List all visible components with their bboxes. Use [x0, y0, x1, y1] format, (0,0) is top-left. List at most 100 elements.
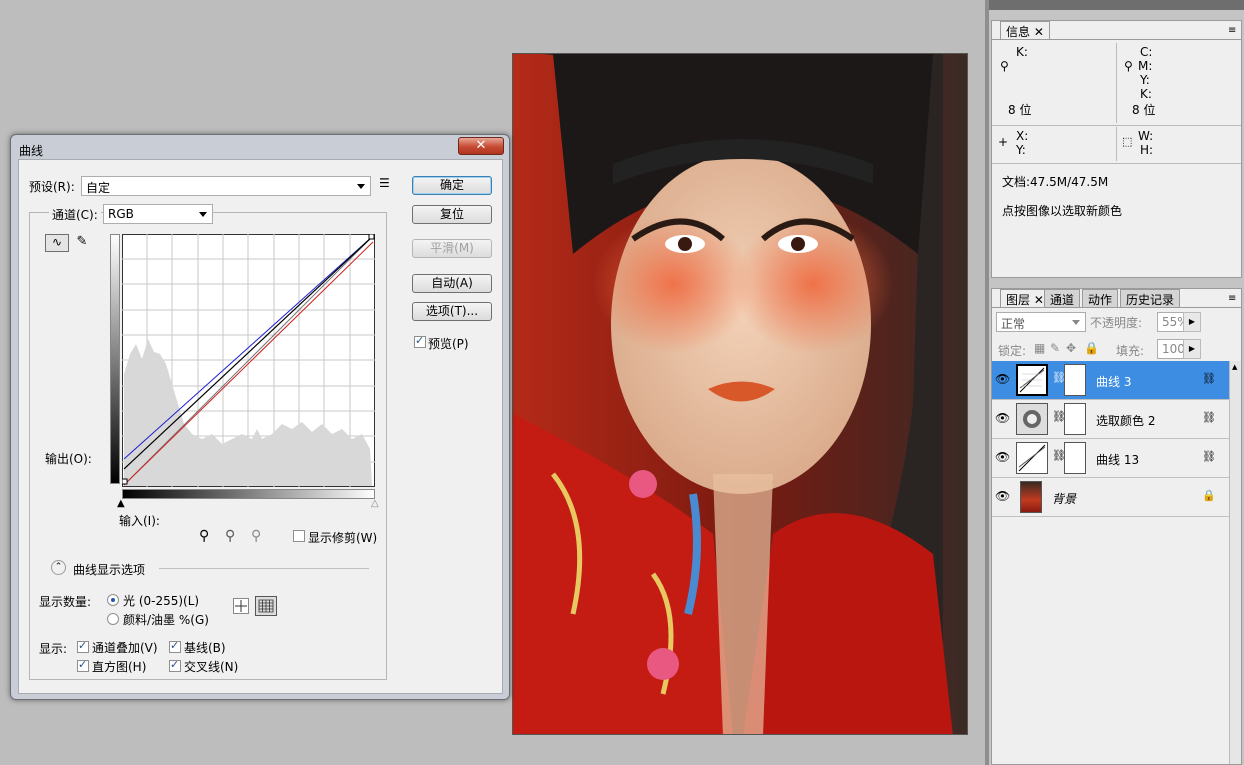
chevron-right-icon[interactable]: ▶: [1183, 339, 1201, 359]
preset-value: 自定: [86, 181, 111, 195]
brush-icon[interactable]: ✎: [1050, 341, 1060, 355]
grid-10x10-icon[interactable]: [255, 596, 277, 616]
channel-value: RGB: [108, 207, 134, 221]
layer-mask: [1064, 442, 1086, 474]
divider: [1116, 43, 1117, 123]
curves-graph[interactable]: [122, 234, 375, 487]
ok-button[interactable]: 确定: [412, 176, 492, 195]
w-label: W:: [1138, 129, 1154, 143]
collapse-icon[interactable]: ⌃: [51, 560, 66, 575]
y-label: Y:: [1140, 73, 1150, 87]
layers-scrollbar[interactable]: ▲: [1229, 361, 1241, 764]
portrait-image: [513, 54, 967, 734]
layer-mask: [1064, 403, 1086, 435]
dialog-body: 预设(R): 自定 ☰ 确定 复位 平滑(M) 自动(A) 选项(T)... 预…: [18, 159, 503, 694]
curve-point[interactable]: [368, 234, 375, 240]
divider: [992, 39, 1241, 40]
layer-mask: [1064, 364, 1086, 396]
preview-label: 预览(P): [428, 337, 469, 351]
preset-menu-icon[interactable]: ☰: [379, 176, 390, 190]
eye-icon[interactable]: 👁: [995, 411, 1010, 425]
info-tab-label: 信息: [1006, 25, 1031, 39]
pigment-radio[interactable]: [107, 613, 119, 625]
layer-list: 👁 ⛓ 曲线 3 ⛓ 👁 ⛓ 选取颜色 2 ⛓ 👁 ⛓ 曲线 13 ⛓ 👁 背景…: [992, 361, 1229, 521]
show-amount-label: 显示数量:: [39, 595, 92, 609]
divider: [992, 163, 1241, 164]
options-button[interactable]: 选项(T)...: [412, 302, 492, 321]
smooth-button[interactable]: 平滑(M): [412, 239, 492, 258]
white-eyedropper-icon[interactable]: ⚲: [251, 528, 261, 544]
layer-name: 曲线 3: [1096, 375, 1132, 389]
preview-checkbox[interactable]: [414, 334, 426, 348]
layers-panel: 图层 ✕ 通道 动作 历史记录 ≡ 正常 不透明度: 55% ▶ 锁定: ▦ ✎…: [991, 288, 1242, 765]
panel-menu-icon[interactable]: ≡: [1228, 25, 1236, 36]
show-clipping-label: 显示修剪(W): [308, 531, 378, 545]
intersection-checkbox[interactable]: [169, 658, 181, 672]
panel-dock-bar[interactable]: [989, 0, 1244, 10]
lock-icon[interactable]: 🔒: [1084, 341, 1099, 355]
baseline-checkbox[interactable]: [169, 639, 181, 653]
channel-select[interactable]: RGB: [103, 204, 213, 224]
channel-overlay-checkbox[interactable]: [77, 639, 89, 653]
chevron-down-icon: [199, 212, 207, 217]
layer-row[interactable]: 👁 ⛓ 选取颜色 2 ⛓: [992, 400, 1229, 439]
close-button[interactable]: ✕: [458, 137, 504, 155]
show-clipping-checkbox[interactable]: [293, 530, 305, 542]
light-radio[interactable]: [107, 594, 119, 606]
tab-history[interactable]: 历史记录: [1120, 289, 1181, 307]
preset-label: 预设(R):: [29, 180, 75, 194]
panel-menu-icon[interactable]: ≡: [1228, 293, 1236, 304]
tab-channels[interactable]: 通道: [1044, 289, 1081, 307]
tab-layers[interactable]: 图层 ✕: [1000, 289, 1050, 307]
eyedropper-icon: ⚲: [1124, 59, 1133, 73]
close-icon[interactable]: ✕: [1034, 293, 1044, 307]
tab-info[interactable]: 信息 ✕: [1000, 21, 1050, 39]
move-icon[interactable]: ✥: [1066, 341, 1076, 355]
crosshair-icon: +: [998, 135, 1009, 149]
y2-label: Y:: [1016, 143, 1026, 157]
auto-button[interactable]: 自动(A): [412, 274, 492, 293]
black-eyedropper-icon[interactable]: ⚲: [199, 528, 209, 544]
curves-dialog[interactable]: 曲线 ✕ 预设(R): 自定 ☰ 确定 复位 平滑(M) 自动(A) 选项(T)…: [10, 134, 510, 700]
eye-icon[interactable]: 👁: [995, 450, 1010, 464]
close-icon[interactable]: ✕: [1034, 25, 1044, 39]
display-options-label: 曲线显示选项: [73, 563, 146, 577]
canvas-photo[interactable]: [512, 53, 968, 735]
blend-mode-select[interactable]: 正常: [996, 312, 1086, 332]
channel-overlay-label: 通道叠加(V): [92, 641, 158, 655]
eye-icon[interactable]: 👁: [995, 489, 1010, 503]
info-hint: 点按图像以选取新颜色: [1002, 204, 1123, 218]
layer-row[interactable]: 👁 ⛓ 曲线 3 ⛓: [992, 361, 1229, 400]
divider: [1116, 127, 1117, 161]
info-panel: 信息 ✕ ≡ K: ⚲ 8 位 C: M: Y: K: ⚲ 8 位 + X: Y…: [991, 20, 1242, 278]
curve-point-tool-icon[interactable]: ∿: [45, 234, 69, 252]
lock-transparent-icon[interactable]: ▦: [1034, 341, 1045, 355]
divider: [159, 568, 369, 569]
eye-icon[interactable]: 👁: [995, 372, 1010, 386]
layer-row[interactable]: 👁 ⛓ 曲线 13 ⛓: [992, 439, 1229, 478]
baseline-label: 基线(B): [184, 641, 226, 655]
grid-4x4-icon[interactable]: [233, 598, 249, 614]
selective-color-thumbnail-icon: [1016, 403, 1048, 435]
curve-point[interactable]: [122, 478, 128, 485]
layer-name: 背景: [1052, 492, 1077, 506]
histogram-label: 直方图(H): [92, 660, 147, 674]
lock-label: 锁定:: [998, 344, 1027, 358]
reset-button[interactable]: 复位: [412, 205, 492, 224]
layer-row[interactable]: 👁 背景 🔒: [992, 478, 1229, 517]
scroll-up-icon[interactable]: ▲: [1232, 363, 1237, 371]
layer-link-icon: ⛓: [1202, 450, 1216, 463]
chevron-right-icon[interactable]: ▶: [1183, 312, 1201, 332]
curves-thumbnail-icon: [1016, 364, 1048, 396]
chevron-down-icon: [357, 184, 365, 189]
pencil-tool-icon[interactable]: ✎: [73, 234, 91, 252]
gray-eyedropper-icon[interactable]: ⚲: [225, 528, 235, 544]
preset-select[interactable]: 自定: [81, 176, 371, 196]
light-option-label: 光 (0-255)(L): [123, 594, 200, 608]
doc-size: 文档:47.5M/47.5M: [1002, 175, 1109, 189]
histogram-checkbox[interactable]: [77, 658, 89, 672]
tab-actions[interactable]: 动作: [1082, 289, 1119, 307]
black-point-slider[interactable]: ▲: [117, 498, 125, 509]
white-point-slider[interactable]: △: [371, 498, 379, 509]
layer-link-icon: ⛓: [1202, 372, 1216, 385]
